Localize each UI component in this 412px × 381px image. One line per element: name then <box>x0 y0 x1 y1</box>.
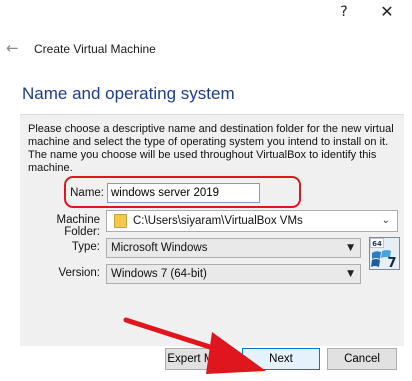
expert-mode-button[interactable]: Expert Mode <box>165 348 235 370</box>
back-arrow-icon[interactable]: ← <box>6 40 19 56</box>
machine-folder-value: C:\Users\siyaram\VirtualBox VMs <box>133 215 303 227</box>
page-title: Name and operating system <box>22 84 235 103</box>
machine-folder-select[interactable]: C:\Users\siyaram\VirtualBox VMs ⌄ <box>106 210 398 232</box>
description-text: Please choose a descriptive name and des… <box>28 123 394 174</box>
dropdown-arrow-icon[interactable]: ▼ <box>347 266 354 282</box>
name-input[interactable] <box>107 183 260 203</box>
chevron-down-icon[interactable]: ⌄ <box>382 213 390 229</box>
type-select[interactable]: Microsoft Windows ▼ <box>106 238 361 258</box>
close-icon[interactable]: ✕ <box>376 2 398 22</box>
os-badge-bits: 64 <box>372 240 382 248</box>
next-button[interactable]: Next <box>242 348 320 370</box>
dropdown-arrow-icon[interactable]: ▼ <box>347 240 354 256</box>
machine-folder-label: Machine Folder: <box>56 214 100 238</box>
windows-7-os-icon: 64 7 <box>369 237 400 270</box>
version-value: Windows 7 (64-bit) <box>111 268 207 280</box>
version-select[interactable]: Windows 7 (64-bit) ▼ <box>106 264 361 284</box>
type-label: Type: <box>71 241 100 253</box>
wizard-title: Create Virtual Machine <box>34 42 156 56</box>
os-badge-version: 7 <box>387 256 396 270</box>
type-value: Microsoft Windows <box>111 242 208 254</box>
version-label: Version: <box>58 267 100 279</box>
name-label: Name: <box>70 187 104 199</box>
help-icon[interactable]: ? <box>333 2 355 22</box>
folder-icon <box>114 214 127 228</box>
cancel-button[interactable]: Cancel <box>327 348 397 370</box>
